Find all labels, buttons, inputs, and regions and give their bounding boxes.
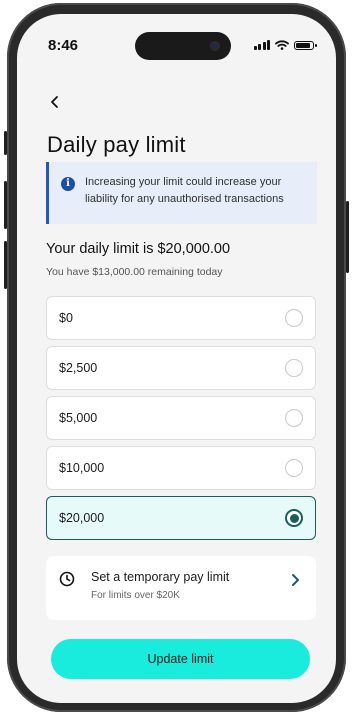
radio-button-selected[interactable] <box>285 509 303 527</box>
temporary-limit-title: Set a temporary pay limit <box>91 570 230 584</box>
status-bar: 8:46 <box>17 14 336 74</box>
limit-option-label: $5,000 <box>59 411 98 425</box>
limit-option-label: $20,000 <box>59 511 105 525</box>
volume-up-button <box>4 181 7 229</box>
dynamic-island <box>135 32 231 60</box>
chevron-right-icon <box>292 574 299 586</box>
remaining-text: You have $13,000.00 remaining today <box>46 266 223 278</box>
limit-option-label: $10,000 <box>59 461 105 475</box>
radio-button[interactable] <box>285 459 303 477</box>
radio-button[interactable] <box>285 409 303 427</box>
limit-option-selected[interactable]: $20,000 <box>46 496 316 540</box>
signal-icon <box>253 40 270 50</box>
temporary-limit-card[interactable]: Set a temporary pay limit For limits ove… <box>46 556 316 620</box>
battery-icon <box>294 40 317 50</box>
limit-option[interactable]: $0 <box>46 296 316 340</box>
camera-icon <box>210 41 220 51</box>
limit-option-label: $0 <box>59 311 73 325</box>
daily-limit-title: Your daily limit is $20,000.00 <box>46 241 231 257</box>
power-button <box>346 201 349 273</box>
limit-option[interactable]: $5,000 <box>46 396 316 440</box>
radio-button[interactable] <box>285 309 303 327</box>
page-title: Daily pay limit <box>47 132 186 157</box>
volume-down-button <box>4 241 7 289</box>
info-icon: i <box>61 177 75 191</box>
status-time: 8:46 <box>48 37 79 54</box>
notice-text: Increasing your limit could increase you… <box>85 176 284 205</box>
temporary-limit-subtitle: For limits over $20K <box>91 590 180 601</box>
back-arrow-icon[interactable] <box>47 94 63 110</box>
radio-button[interactable] <box>285 359 303 377</box>
limit-option-label: $2,500 <box>59 361 98 375</box>
wifi-icon <box>275 40 289 50</box>
limit-option[interactable]: $2,500 <box>46 346 316 390</box>
clock-icon <box>59 571 75 587</box>
app-screen: 8:46 Daily pay limit i Increasing your l… <box>17 14 336 703</box>
mute-switch <box>4 131 7 155</box>
update-limit-button[interactable]: Update limit <box>51 639 310 679</box>
info-notice: i Increasing your limit could increase y… <box>46 162 317 224</box>
limit-option[interactable]: $10,000 <box>46 446 316 490</box>
system-icons <box>253 40 317 50</box>
